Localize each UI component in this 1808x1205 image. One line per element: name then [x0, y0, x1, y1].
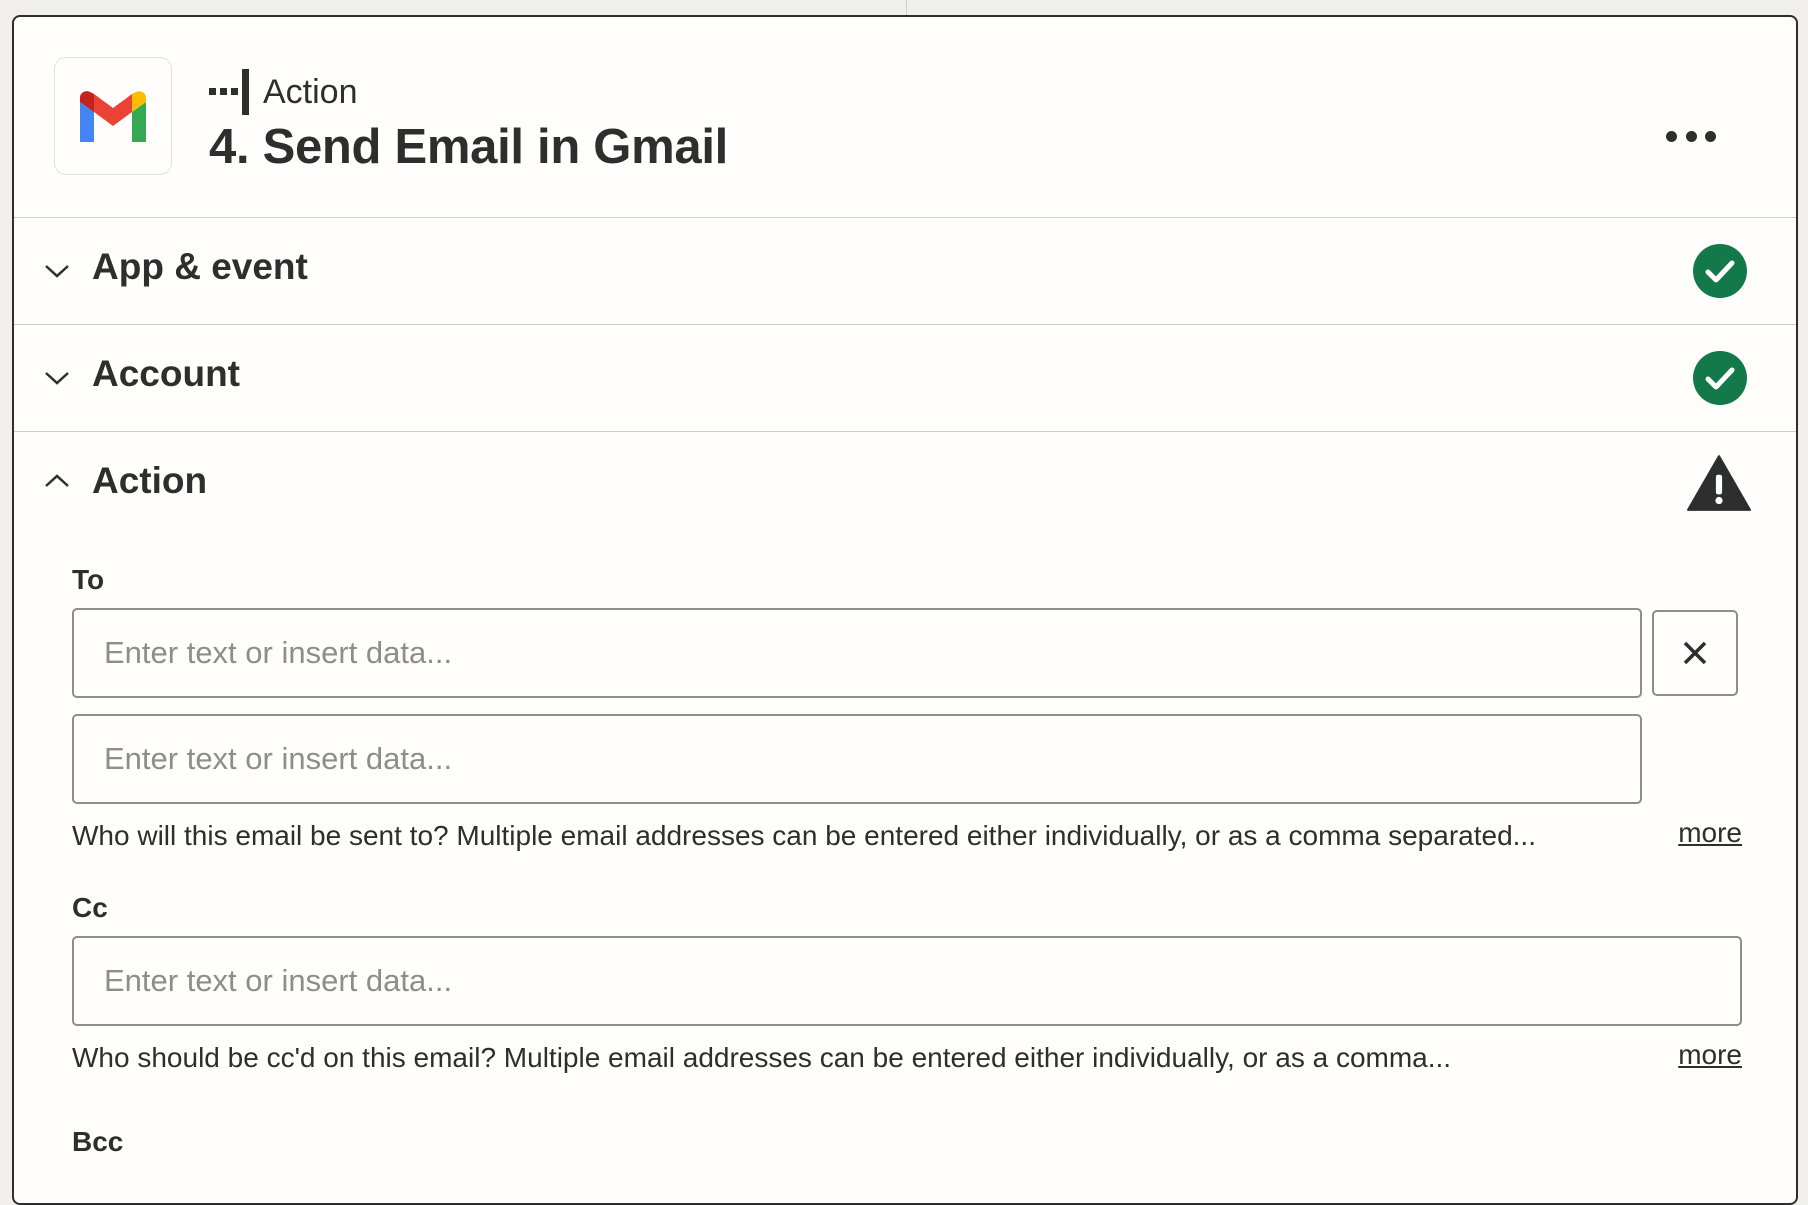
check-circle-icon	[1693, 351, 1747, 405]
more-options-button[interactable]	[1666, 121, 1716, 151]
section-label: Action	[92, 460, 208, 501]
section-app-and-event[interactable]: App & event	[14, 218, 1796, 325]
more-horizontal-icon	[1666, 130, 1677, 142]
action-fields: To Who will this email be sent to? Multi…	[14, 564, 1796, 1158]
to-more-link[interactable]: more	[1678, 817, 1742, 849]
to-input-1[interactable]	[72, 608, 1642, 698]
section-label: App & event	[92, 246, 308, 287]
to-help-row: Who will this email be sent to? Multiple…	[72, 817, 1742, 860]
to-input-row	[72, 608, 1796, 698]
close-icon	[1683, 641, 1707, 665]
cc-input-row	[72, 936, 1796, 1026]
chevron-down-icon	[45, 265, 69, 278]
to-input-2[interactable]	[72, 714, 1642, 804]
check-circle-icon	[1693, 244, 1747, 298]
cc-field-label: Cc	[72, 892, 108, 923]
step-editor-panel: Action 4. Send Email in Gmail App & even…	[12, 15, 1798, 1205]
section-label: Account	[92, 353, 240, 394]
action-step-icon	[209, 69, 249, 115]
cc-help-row: Who should be cc'd on this email? Multip…	[72, 1039, 1742, 1082]
step-kind: Action	[209, 69, 358, 115]
step-header: Action 4. Send Email in Gmail	[14, 17, 1796, 218]
to-input-row	[72, 714, 1796, 804]
cc-input[interactable]	[72, 936, 1742, 1026]
warning-triangle-icon	[1687, 455, 1751, 511]
more-dot	[1705, 130, 1716, 142]
remove-to-input-button[interactable]	[1652, 610, 1738, 696]
cc-more-link[interactable]: more	[1678, 1039, 1742, 1071]
chevron-up-icon	[45, 474, 69, 487]
canvas-connector-line	[906, 0, 907, 16]
step-kind-label: Action	[263, 72, 358, 111]
section-action[interactable]: Action	[14, 432, 1796, 542]
to-field-label: To	[72, 564, 105, 595]
chevron-down-icon	[45, 372, 69, 385]
cc-help-text: Who should be cc'd on this email? Multip…	[72, 1042, 1452, 1073]
gmail-logo-icon	[54, 57, 172, 175]
step-title: 4. Send Email in Gmail	[209, 120, 728, 174]
bcc-field-label: Bcc	[72, 1126, 124, 1157]
more-dot	[1685, 130, 1697, 142]
section-account[interactable]: Account	[14, 325, 1796, 432]
to-help-text: Who will this email be sent to? Multiple…	[72, 820, 1536, 851]
